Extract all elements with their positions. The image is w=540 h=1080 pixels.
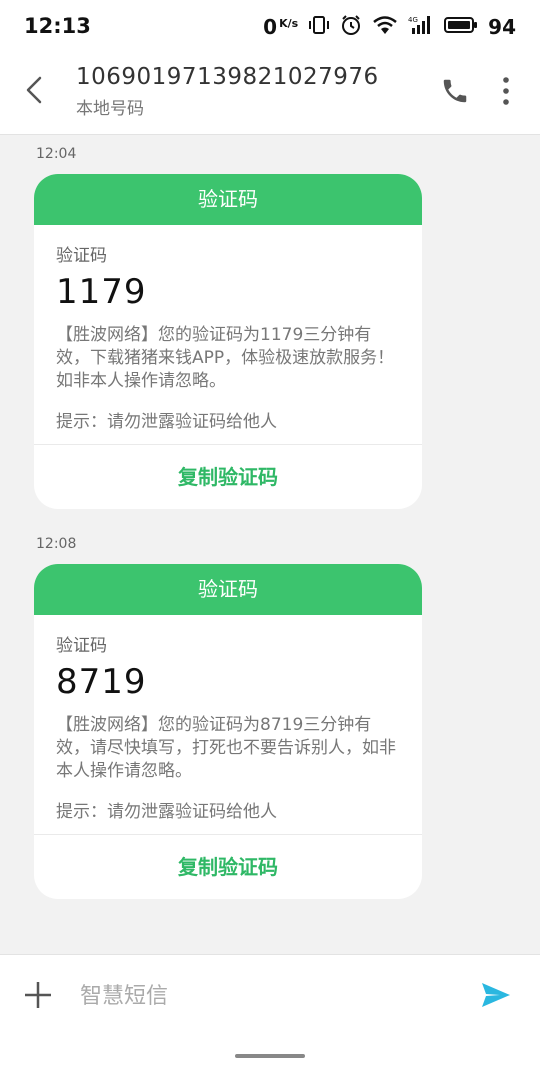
code-label: 验证码 bbox=[56, 636, 107, 656]
send-icon[interactable] bbox=[480, 979, 512, 1011]
network-speed-unit: K/s bbox=[279, 17, 299, 30]
card-title: 验证码 bbox=[34, 564, 422, 615]
phone-icon[interactable] bbox=[440, 76, 470, 106]
alarm-icon bbox=[340, 14, 362, 40]
message-timestamp: 12:04 bbox=[36, 146, 77, 162]
verification-code: 1179 bbox=[56, 272, 147, 312]
conversation-header: 10690197139821027976 本地号码 bbox=[0, 56, 540, 135]
card-body: 验证码 1179 【胜波网络】您的验证码为1179三分钟有效，下载猪猪来钱APP… bbox=[34, 225, 422, 444]
status-time: 12:13 bbox=[24, 14, 91, 38]
verification-code-card: 验证码 验证码 8719 【胜波网络】您的验证码为8719三分钟有效，请尽快填写… bbox=[34, 564, 422, 899]
more-vertical-icon[interactable] bbox=[496, 74, 516, 108]
home-indicator[interactable] bbox=[235, 1054, 305, 1058]
message-input[interactable] bbox=[78, 975, 462, 1017]
battery-level: 94 bbox=[488, 15, 516, 39]
network-speed: 0 K/s bbox=[263, 15, 298, 39]
security-tip: 提示：请勿泄露验证码给他人 bbox=[56, 412, 277, 432]
message-timestamp: 12:08 bbox=[36, 536, 77, 552]
copy-code-button[interactable]: 复制验证码 bbox=[34, 445, 422, 509]
navigation-area bbox=[0, 1034, 540, 1080]
card-body: 验证码 8719 【胜波网络】您的验证码为8719三分钟有效，请尽快填写，打死也… bbox=[34, 615, 422, 834]
vibrate-icon bbox=[308, 14, 330, 40]
message-body: 【胜波网络】您的验证码为8719三分钟有效，请尽快填写，打死也不要告诉别人，如非… bbox=[56, 715, 396, 781]
verification-code: 8719 bbox=[56, 662, 147, 702]
contact-number: 10690197139821027976 bbox=[76, 64, 379, 90]
verification-code-card: 验证码 验证码 1179 【胜波网络】您的验证码为1179三分钟有效，下载猪猪来… bbox=[34, 174, 422, 509]
contact-subtitle: 本地号码 bbox=[76, 99, 144, 119]
compose-bar bbox=[0, 954, 540, 1035]
battery-icon bbox=[444, 15, 478, 39]
code-label: 验证码 bbox=[56, 246, 107, 266]
security-tip: 提示：请勿泄露验证码给他人 bbox=[56, 802, 277, 822]
plus-icon[interactable] bbox=[22, 979, 54, 1011]
svg-text:4G: 4G bbox=[408, 16, 418, 24]
copy-code-button[interactable]: 复制验证码 bbox=[34, 835, 422, 899]
wifi-icon bbox=[372, 14, 398, 40]
signal-4g-icon: 4G bbox=[408, 14, 434, 40]
message-body: 【胜波网络】您的验证码为1179三分钟有效，下载猪猪来钱APP，体验极速放款服务… bbox=[56, 325, 395, 391]
card-title: 验证码 bbox=[34, 174, 422, 225]
status-bar: 12:13 0 K/s 4G 94 bbox=[0, 0, 540, 56]
status-icons: 0 K/s 4G 94 bbox=[263, 12, 516, 42]
network-speed-value: 0 bbox=[263, 15, 278, 39]
back-arrow-icon[interactable] bbox=[20, 74, 48, 106]
